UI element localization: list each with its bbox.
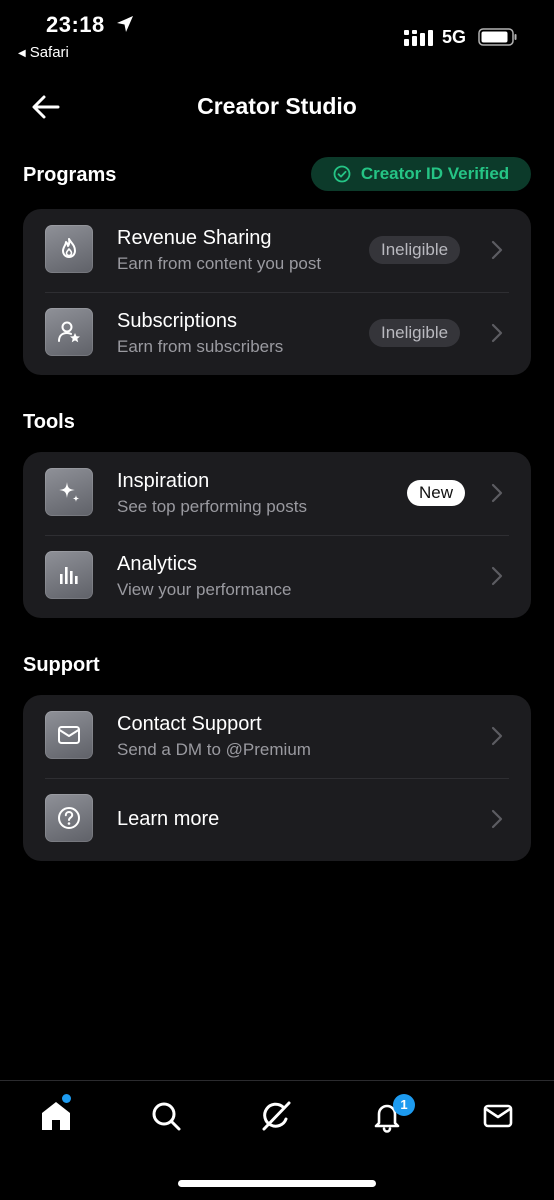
section-title-tools: Tools <box>23 411 75 433</box>
status-time: 23:18 <box>46 12 105 37</box>
user-star-icon <box>45 308 93 356</box>
list-item-learn-more[interactable]: Learn more <box>23 778 531 861</box>
chevron-right-icon <box>491 483 503 503</box>
home-icon[interactable] <box>39 1099 73 1133</box>
chevron-right-icon <box>491 566 503 586</box>
battery-icon <box>478 28 517 46</box>
status-bar: 23:18 ◀ Safari 5G <box>0 0 554 70</box>
envelope-icon <box>45 711 93 759</box>
notification-count-badge: 1 <box>393 1094 415 1116</box>
row-subtitle: View your performance <box>117 580 292 599</box>
mail-icon[interactable] <box>481 1099 515 1133</box>
tools-card: Inspiration See top performing posts New… <box>23 452 531 618</box>
back-to-app[interactable]: ◀ Safari <box>18 44 69 61</box>
search-icon[interactable] <box>149 1099 183 1133</box>
sparkle-icon <box>45 468 93 516</box>
header: Creator Studio <box>0 80 554 134</box>
new-badge: New <box>407 480 466 506</box>
row-title: Inspiration <box>117 470 210 492</box>
bar-chart-icon <box>45 551 93 599</box>
status-badge: Ineligible <box>369 236 461 264</box>
support-card: Contact Support Send a DM to @Premium Le… <box>23 695 531 861</box>
row-subtitle: Earn from content you post <box>117 254 322 273</box>
row-title: Analytics <box>117 553 198 575</box>
row-subtitle: Earn from subscribers <box>117 337 284 356</box>
status-badge: Ineligible <box>369 319 461 347</box>
chevron-right-icon <box>491 809 503 829</box>
network-label: 5G <box>442 27 467 47</box>
chevron-right-icon <box>491 240 503 260</box>
chevron-right-icon <box>491 323 503 343</box>
home-unread-dot <box>62 1094 71 1103</box>
page-title: Creator Studio <box>197 93 357 119</box>
row-title: Subscriptions <box>117 310 238 332</box>
signal-icon <box>404 30 433 46</box>
list-item-subscriptions[interactable]: Subscriptions Earn from subscribers Inel… <box>23 292 531 375</box>
list-item-inspiration[interactable]: Inspiration See top performing posts New <box>23 452 531 535</box>
home-indicator <box>178 1180 376 1187</box>
check-circle-icon <box>333 165 351 183</box>
list-item-analytics[interactable]: Analytics View your performance <box>23 535 531 618</box>
section-title-programs: Programs <box>23 164 117 186</box>
list-item-contact-support[interactable]: Contact Support Send a DM to @Premium <box>23 695 531 778</box>
verified-badge-label: Creator ID Verified <box>360 164 510 183</box>
creator-id-verified-badge[interactable]: Creator ID Verified <box>311 157 531 191</box>
programs-card: Revenue Sharing Earn from content you po… <box>23 209 531 375</box>
row-title: Contact Support <box>117 713 262 735</box>
flame-icon <box>45 225 93 273</box>
chevron-right-icon <box>491 726 503 746</box>
row-subtitle: See top performing posts <box>117 497 307 516</box>
question-icon <box>45 794 93 842</box>
back-app-label: Safari <box>29 44 69 61</box>
row-title: Revenue Sharing <box>117 227 272 249</box>
back-triangle-icon: ◀ <box>18 48 26 59</box>
row-title: Learn more <box>117 808 220 830</box>
section-title-support: Support <box>23 654 100 676</box>
grok-icon[interactable] <box>259 1099 293 1133</box>
location-arrow-icon <box>117 16 133 32</box>
list-item-revenue-sharing[interactable]: Revenue Sharing Earn from content you po… <box>23 209 531 292</box>
row-subtitle: Send a DM to @Premium <box>117 740 311 759</box>
